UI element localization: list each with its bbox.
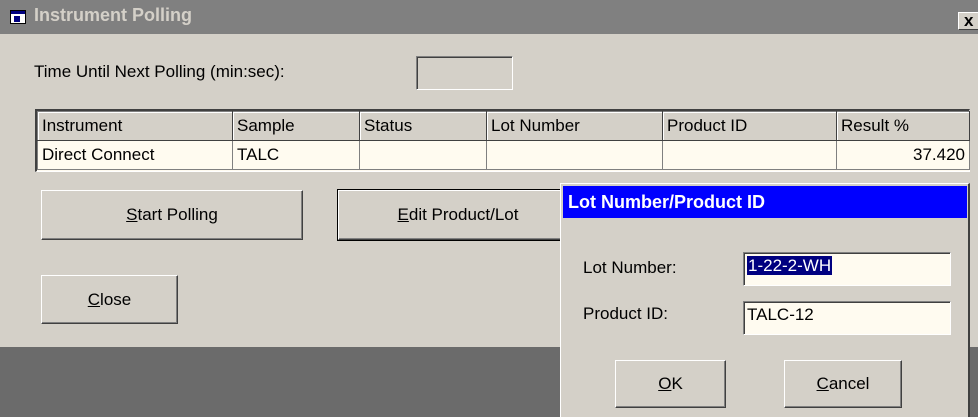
edit-product-lot-button[interactable]: Edit Product/Lot (337, 189, 579, 241)
column-header[interactable]: Instrument (37, 111, 233, 141)
button-label: tart Polling (137, 205, 218, 224)
access-key: S (126, 205, 138, 224)
window-title: Instrument Polling (34, 5, 193, 25)
dialog-title[interactable]: Lot Number/Product ID (563, 186, 967, 218)
button-label: K (671, 374, 683, 393)
start-polling-button[interactable]: Start Polling (41, 190, 303, 240)
column-header[interactable]: Product ID (662, 111, 837, 141)
button-label: lose (100, 289, 132, 309)
cancel-button[interactable]: Cancel (784, 360, 902, 408)
access-key: O (658, 374, 672, 393)
table-row[interactable]: Direct Connect TALC 37.420 (37, 140, 970, 170)
cell-product-id[interactable] (662, 140, 837, 170)
column-header[interactable]: Sample (232, 111, 360, 141)
cell-sample[interactable]: TALC (232, 140, 360, 170)
access-key: C (87, 289, 101, 309)
grid-header-row: Instrument Sample Status Lot Number Prod… (37, 111, 970, 141)
instrument-grid[interactable]: Instrument Sample Status Lot Number Prod… (35, 109, 970, 172)
polling-timer-label: Time Until Next Polling (min:sec): (34, 62, 285, 81)
product-id-label: Product ID: (583, 304, 669, 323)
access-key: E (397, 205, 409, 224)
lot-number-field[interactable]: 1-22-2-WH (743, 252, 951, 286)
cell-result-percent[interactable]: 37.420 (836, 140, 970, 170)
close-icon[interactable]: x (958, 12, 978, 30)
cell-lot-number[interactable] (486, 140, 663, 170)
cell-status[interactable] (359, 140, 487, 170)
close-button[interactable]: Close (41, 275, 178, 324)
column-header[interactable]: Lot Number (486, 111, 663, 141)
lot-number-label: Lot Number: (583, 258, 677, 277)
ok-button[interactable]: OK (615, 360, 726, 408)
button-label: ancel (828, 374, 870, 393)
product-id-field[interactable]: TALC-12 (743, 301, 951, 335)
column-header[interactable]: Status (359, 111, 487, 141)
access-key: C (816, 374, 829, 393)
column-header[interactable]: Result % (836, 111, 970, 141)
lot-number-value: 1-22-2-WH (747, 256, 833, 275)
title-bar[interactable]: Instrument Polling x (0, 0, 978, 34)
app-window-icon (10, 10, 26, 24)
polling-timer-display (416, 56, 513, 90)
cell-instrument[interactable]: Direct Connect (37, 140, 233, 170)
lot-product-dialog: Lot Number/Product ID Lot Number: 1-22-2… (560, 183, 970, 417)
button-label: dit Product/Lot (408, 205, 519, 224)
